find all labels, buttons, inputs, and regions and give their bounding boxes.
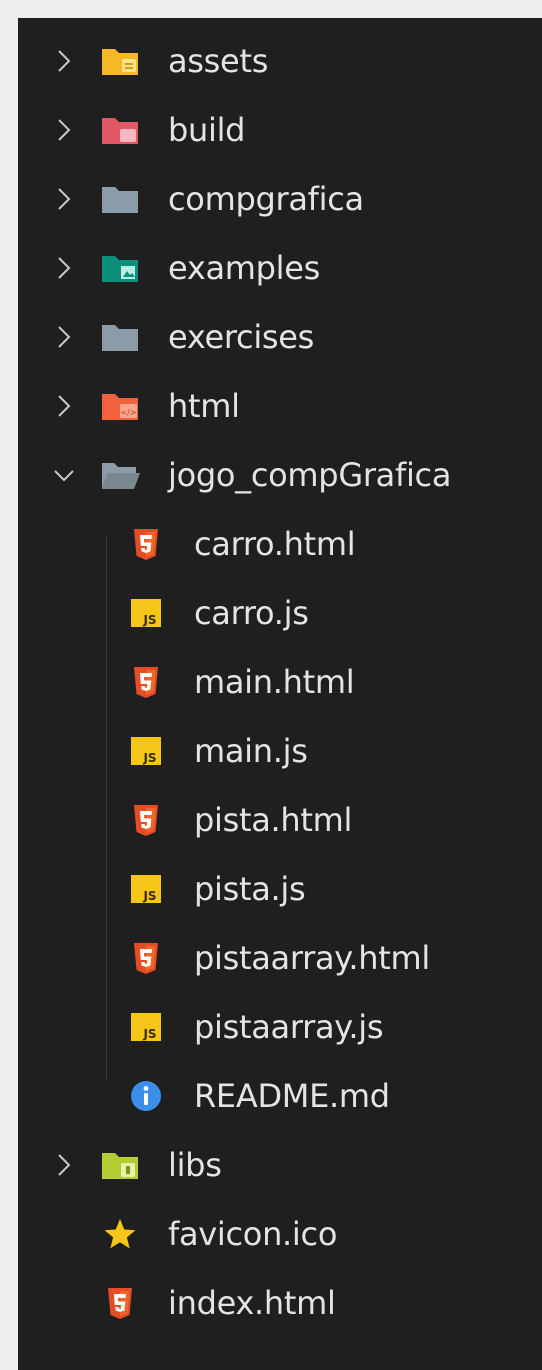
svg-text:</>: </> bbox=[120, 408, 136, 417]
tree-folder-row[interactable]: libs bbox=[18, 1131, 542, 1200]
folder-examples-icon bbox=[100, 249, 140, 287]
chevron-right-icon[interactable] bbox=[48, 114, 80, 146]
chevron-right-icon[interactable] bbox=[48, 252, 80, 284]
tree-folder-row[interactable]: assets bbox=[18, 27, 542, 96]
tree-item-label: pistaarray.js bbox=[194, 1008, 384, 1046]
javascript-icon: JS bbox=[126, 732, 166, 770]
javascript-icon: JS bbox=[126, 870, 166, 908]
tree-item-label: build bbox=[168, 111, 246, 149]
tree-item-label: favicon.ico bbox=[168, 1215, 338, 1253]
tree-item-label: examples bbox=[168, 249, 321, 287]
folder-open-icon bbox=[100, 456, 140, 494]
tree-folder-row[interactable]: </> html bbox=[18, 372, 542, 441]
star-icon bbox=[100, 1215, 140, 1253]
folder-libs-icon bbox=[100, 1146, 140, 1184]
tree-folder-row[interactable]: jogo_compGrafica bbox=[18, 441, 542, 510]
tree-file-row[interactable]: JS pistaarray.js bbox=[18, 993, 542, 1062]
javascript-icon: JS bbox=[126, 594, 166, 632]
tree-item-label: main.js bbox=[194, 732, 308, 770]
html5-icon bbox=[126, 939, 166, 977]
html5-icon bbox=[100, 1284, 140, 1322]
tree-item-label: main.html bbox=[194, 663, 355, 701]
tree-item-label: pista.js bbox=[194, 870, 306, 908]
tree-item-label: exercises bbox=[168, 318, 315, 356]
tree-file-row[interactable]: pistaarray.html bbox=[18, 924, 542, 993]
chevron-right-icon[interactable] bbox=[48, 183, 80, 215]
html5-icon bbox=[126, 801, 166, 839]
tree-file-row[interactable]: carro.html bbox=[18, 510, 542, 579]
javascript-icon: JS bbox=[126, 1008, 166, 1046]
tree-folder-row[interactable]: compgrafica bbox=[18, 165, 542, 234]
tree-item-label: pistaarray.html bbox=[194, 939, 430, 977]
file-tree: assets build compgrafica examples exercises <… bbox=[18, 18, 542, 1370]
html5-icon bbox=[126, 525, 166, 563]
tree-file-row[interactable]: README.md bbox=[18, 1062, 542, 1131]
tree-folder-row[interactable]: exercises bbox=[18, 303, 542, 372]
tree-folder-row[interactable]: build bbox=[18, 96, 542, 165]
tree-folder-row[interactable]: examples bbox=[18, 234, 542, 303]
svg-text:JS: JS bbox=[142, 613, 156, 627]
tree-file-row[interactable]: favicon.ico bbox=[18, 1200, 542, 1269]
chevron-right-icon[interactable] bbox=[48, 321, 80, 353]
svg-text:JS: JS bbox=[142, 889, 156, 903]
tree-file-row[interactable]: JS main.js bbox=[18, 717, 542, 786]
file-explorer: assets build compgrafica examples exercises <… bbox=[0, 0, 542, 1370]
chevron-right-icon[interactable] bbox=[48, 45, 80, 77]
tree-item-label: README.md bbox=[194, 1077, 390, 1115]
svg-text:JS: JS bbox=[142, 751, 156, 765]
tree-item-label: carro.html bbox=[194, 525, 356, 563]
chevron-right-icon[interactable] bbox=[48, 1149, 80, 1181]
folder-html-icon: </> bbox=[100, 387, 140, 425]
folder-icon bbox=[100, 318, 140, 356]
chevron-down-icon[interactable] bbox=[48, 459, 80, 491]
tree-file-row[interactable]: JS pista.js bbox=[18, 855, 542, 924]
info-icon bbox=[126, 1077, 166, 1115]
tree-item-label: jogo_compGrafica bbox=[168, 456, 452, 494]
tree-item-label: pista.html bbox=[194, 801, 353, 839]
folder-build-icon bbox=[100, 111, 140, 149]
tree-file-row[interactable]: JS carro.js bbox=[18, 579, 542, 648]
folder-assets-icon bbox=[100, 42, 140, 80]
tree-item-label: carro.js bbox=[194, 594, 309, 632]
tree-item-label: html bbox=[168, 387, 240, 425]
tree-file-row[interactable]: main.html bbox=[18, 648, 542, 717]
chevron-right-icon[interactable] bbox=[48, 390, 80, 422]
tree-item-label: libs bbox=[168, 1146, 222, 1184]
svg-text:JS: JS bbox=[142, 1027, 156, 1041]
html5-icon bbox=[126, 663, 166, 701]
tree-file-row[interactable]: index.html bbox=[18, 1269, 542, 1338]
tree-item-label: index.html bbox=[168, 1284, 336, 1322]
folder-icon bbox=[100, 180, 140, 218]
tree-file-row[interactable]: pista.html bbox=[18, 786, 542, 855]
tree-item-label: compgrafica bbox=[168, 180, 364, 218]
tree-item-label: assets bbox=[168, 42, 269, 80]
